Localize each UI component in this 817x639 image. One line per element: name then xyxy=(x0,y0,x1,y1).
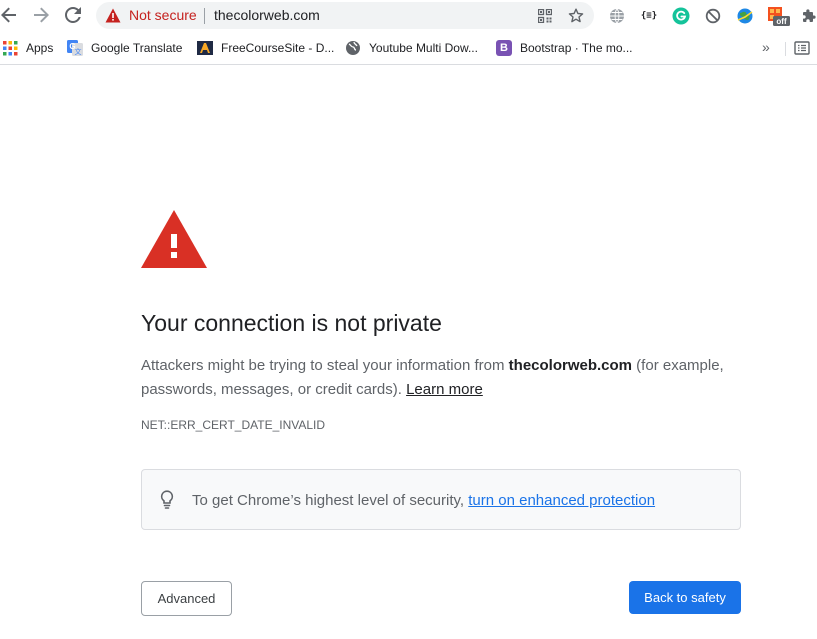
reload-icon xyxy=(65,7,81,23)
globe-icon[interactable] xyxy=(607,6,627,26)
bookmark-label: FreeCourseSite - D... xyxy=(221,41,335,55)
omnibox-divider xyxy=(204,8,205,24)
json-viewer-icon[interactable]: {≡} xyxy=(639,6,659,26)
bootstrap-badge: B xyxy=(500,42,508,54)
apps-grid-icon xyxy=(2,40,18,56)
error-code[interactable]: NET::ERR_CERT_DATE_INVALID xyxy=(141,418,325,432)
bootstrap-icon: B xyxy=(496,40,512,56)
google-translate-icon: G文 xyxy=(67,40,83,56)
qr-code-icon[interactable] xyxy=(536,7,554,25)
earth-icon[interactable] xyxy=(735,6,755,26)
explanation-text: Attackers might be trying to steal your … xyxy=(141,354,741,402)
warning-triangle-icon xyxy=(141,210,207,268)
arrow-right-icon xyxy=(34,7,49,23)
enhanced-protection-prompt: To get Chrome’s highest level of securit… xyxy=(192,492,469,509)
bookmark-label: Google Translate xyxy=(91,41,183,55)
bookmark-apps[interactable]: Apps xyxy=(2,37,53,59)
lightbulb-icon xyxy=(160,490,174,509)
url-text[interactable]: thecolorweb.com xyxy=(214,7,320,23)
back-button[interactable] xyxy=(0,3,22,27)
bookmark-freecoursesite[interactable]: FreeCourseSite - D... xyxy=(197,37,334,59)
svg-text:文: 文 xyxy=(75,47,82,56)
browser-toolbar: Not secure thecolorweb.com {≡} off xyxy=(0,0,817,31)
globe-icon xyxy=(345,40,361,56)
extension-off-badge: off xyxy=(776,17,787,26)
address-bar[interactable]: Not secure thecolorweb.com xyxy=(96,2,594,29)
reload-button[interactable] xyxy=(60,3,86,27)
explanation-prefix: Attackers might be trying to steal your … xyxy=(141,357,509,374)
page-title: Your connection is not private xyxy=(141,310,442,336)
block-icon[interactable] xyxy=(703,6,723,26)
extension-off-icon[interactable]: off xyxy=(767,6,791,26)
bookmark-google-translate[interactable]: G文 Google Translate xyxy=(67,37,182,59)
bookmark-bootstrap[interactable]: B Bootstrap · The mo... xyxy=(496,37,633,59)
site-name: thecolorweb.com xyxy=(508,357,633,374)
bookmark-label: Bootstrap · The mo... xyxy=(520,41,633,55)
forward-button[interactable] xyxy=(28,3,54,27)
advanced-button[interactable]: Advanced xyxy=(141,581,232,616)
bookmarks-overflow-button[interactable]: » xyxy=(762,39,770,55)
bookmarks-divider xyxy=(785,42,786,56)
bookmarks-bar: Apps G文 Google Translate FreeCourseSite … xyxy=(0,31,817,65)
bookmark-youtube-multi-downloader[interactable]: Youtube Multi Dow... xyxy=(345,37,478,59)
puzzle-icon[interactable] xyxy=(799,6,817,26)
back-to-safety-button[interactable]: Back to safety xyxy=(629,581,741,614)
enhanced-protection-text: To get Chrome’s highest level of securit… xyxy=(192,492,655,509)
learn-more-link[interactable]: Learn more xyxy=(406,381,483,398)
warning-icon[interactable] xyxy=(105,8,121,23)
bookmark-star-icon[interactable] xyxy=(567,7,585,25)
reading-list-icon[interactable] xyxy=(794,40,810,56)
grammarly-icon[interactable] xyxy=(671,6,691,26)
freecoursesite-icon xyxy=(197,40,213,56)
arrow-left-icon xyxy=(1,7,16,23)
security-status[interactable]: Not secure xyxy=(129,7,197,23)
bookmark-label: Youtube Multi Dow... xyxy=(369,41,478,55)
enhanced-protection-link[interactable]: turn on enhanced protection xyxy=(468,492,655,509)
bookmark-label: Apps xyxy=(26,41,54,55)
enhanced-protection-promo: To get Chrome’s highest level of securit… xyxy=(141,469,741,530)
